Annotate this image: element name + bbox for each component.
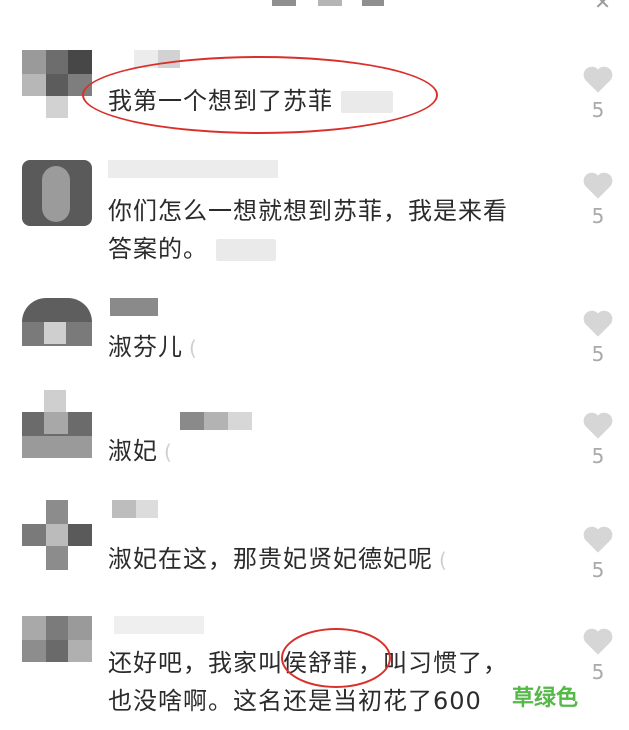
like-button[interactable]: 5 xyxy=(578,626,618,684)
heart-icon xyxy=(583,310,613,337)
comment-line: 淑妃 xyxy=(108,437,158,465)
comment-line: 也没啥啊。这名还是当初花了600 xyxy=(108,687,482,715)
comment-text: 淑妃在这，那贵妃贤妃德妃呢( xyxy=(108,545,448,573)
watermark: 草绿色 xyxy=(512,686,579,711)
comment-line: 你们怎么一想就想到苏菲，我是来看 xyxy=(108,197,508,225)
highlight-oval xyxy=(82,56,438,134)
avatar[interactable] xyxy=(22,298,92,368)
highlight-oval xyxy=(281,628,391,688)
comment-line: 淑妃在这，那贵妃贤妃德妃呢 xyxy=(108,545,433,573)
avatar[interactable] xyxy=(22,160,92,230)
like-count: 5 xyxy=(591,444,605,468)
heart-icon xyxy=(583,526,613,553)
like-count: 5 xyxy=(591,342,605,366)
comment-text: 你们怎么一想就想到苏菲，我是来看 答案的。 xyxy=(108,192,508,268)
comment-line: 答案的。 xyxy=(108,235,208,263)
heart-icon xyxy=(583,628,613,655)
avatar[interactable] xyxy=(22,500,92,570)
like-button[interactable]: 5 xyxy=(578,410,618,468)
heart-icon xyxy=(583,66,613,93)
top-bar: ✕ xyxy=(0,0,629,14)
comment-item: 淑妃在这，那贵妃贤妃德妃呢( 5 xyxy=(0,500,629,590)
like-count: 5 xyxy=(591,558,605,582)
blurred-header-block xyxy=(318,0,342,6)
comment-line: 淑芬儿 xyxy=(108,333,183,361)
like-count: 5 xyxy=(591,204,605,228)
like-count: 5 xyxy=(591,660,605,684)
blurred-header-block xyxy=(272,0,296,6)
heart-icon xyxy=(583,412,613,439)
like-button[interactable]: 5 xyxy=(578,308,618,366)
comment-item: 你们怎么一想就想到苏菲，我是来看 答案的。 5 xyxy=(0,160,629,270)
close-icon[interactable]: ✕ xyxy=(594,0,611,12)
avatar[interactable] xyxy=(22,390,92,460)
like-count: 5 xyxy=(591,98,605,122)
comment-text: 淑妃( xyxy=(108,437,173,465)
heart-icon xyxy=(583,172,613,199)
comment-item: 淑妃( 5 xyxy=(0,390,629,480)
like-button[interactable]: 5 xyxy=(578,64,618,122)
like-button[interactable]: 5 xyxy=(578,524,618,582)
comment-text: 淑芬儿( xyxy=(108,333,198,361)
blurred-header-block xyxy=(362,0,384,6)
avatar[interactable] xyxy=(22,50,92,120)
avatar[interactable] xyxy=(22,616,92,686)
comment-item: 淑芬儿( 5 xyxy=(0,298,629,378)
like-button[interactable]: 5 xyxy=(578,170,618,228)
